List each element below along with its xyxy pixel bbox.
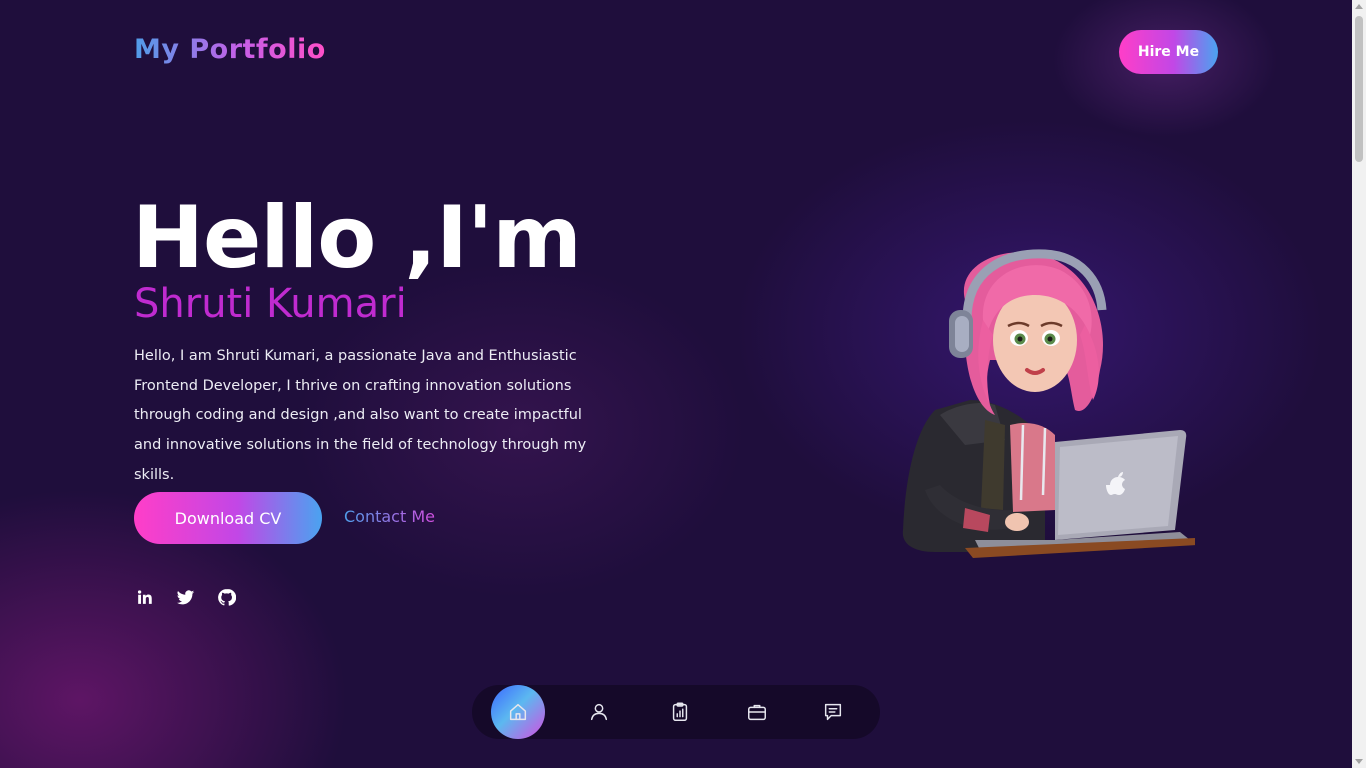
home-icon — [509, 703, 527, 721]
hero-name: Shruti Kumari — [134, 281, 407, 327]
nav-home[interactable] — [491, 685, 545, 739]
portfolio-page: My Portfolio Hire Me Hello ,I'm Shruti K… — [0, 0, 1352, 768]
hire-me-button[interactable]: Hire Me — [1119, 30, 1218, 74]
clipboard-chart-icon — [672, 702, 688, 721]
vertical-scrollbar[interactable] — [1352, 0, 1366, 768]
chat-icon — [824, 703, 842, 721]
contact-me-link[interactable]: Contact Me — [344, 507, 435, 526]
briefcase-icon — [748, 704, 766, 721]
nav-projects[interactable] — [730, 685, 784, 739]
nav-contact[interactable] — [806, 685, 860, 739]
twitter-icon[interactable] — [175, 587, 195, 607]
hero-description: Hello, I am Shruti Kumari, a passionate … — [134, 348, 587, 483]
nav-about[interactable] — [572, 685, 626, 739]
linkedin-icon[interactable] — [134, 587, 154, 607]
logo[interactable]: My Portfolio — [134, 34, 326, 65]
nav-skills[interactable] — [653, 685, 707, 739]
scroll-down-arrow-icon[interactable] — [1355, 759, 1363, 764]
user-icon — [590, 703, 608, 721]
social-links — [134, 587, 236, 607]
avatar-illustration — [902, 249, 1195, 558]
scroll-thumb[interactable] — [1355, 16, 1363, 162]
scroll-up-arrow-icon[interactable] — [1355, 4, 1363, 9]
bottom-navigation — [472, 685, 880, 739]
github-icon[interactable] — [216, 587, 236, 607]
download-cv-button[interactable]: Download CV — [134, 492, 322, 544]
hero-greeting: Hello ,I'm — [132, 188, 582, 288]
